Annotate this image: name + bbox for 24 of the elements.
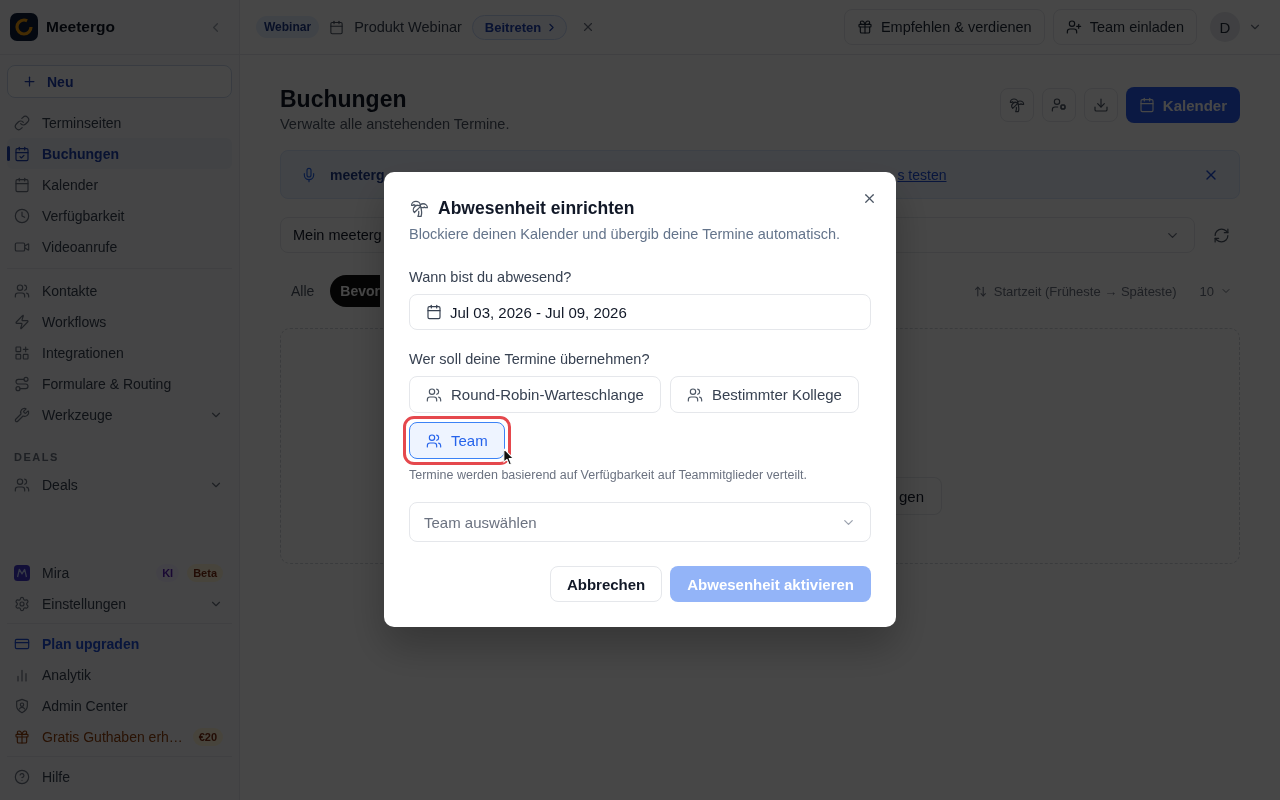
event-title: Produkt Webinar [354, 19, 462, 35]
option-button[interactable]: Round-Robin-Warteschlange [409, 376, 661, 413]
mouse-pointer-icon [503, 448, 515, 466]
option-button[interactable]: Bestimmter Kollege [669, 376, 859, 413]
users-icon [426, 386, 442, 403]
dialog-title: Abwesenheit einrichten [438, 197, 635, 220]
team-select[interactable]: Team auswählen [409, 502, 871, 542]
hint-text: Termine werden basierend auf Verfügbarkeit auf Teammitglieder verteilt. [409, 467, 808, 483]
field-label: Wann bist du abwesend? [409, 268, 572, 287]
close-icon[interactable] [862, 191, 877, 206]
date-range-field[interactable]: Jul 03, 2026 - Jul 09, 2026 [409, 294, 871, 330]
dialog-subtitle: Blockiere deinen Kalender und übergib deine Termine automatisch. [409, 225, 841, 244]
option-button[interactable]: Team [409, 422, 505, 459]
cancel-button[interactable]: Abbrechen [549, 566, 663, 602]
banner-text: meeterg [330, 166, 385, 183]
users-icon [426, 432, 442, 449]
palm-tree-icon [410, 198, 429, 218]
page-title: Buchungen [280, 87, 408, 111]
banner-link[interactable]: s testen [897, 166, 947, 183]
calendar-icon [426, 304, 442, 320]
users-icon [686, 386, 703, 403]
field-label: Wer soll deine Termine übernehmen? [409, 350, 650, 369]
brand-name: Meetergo [46, 18, 116, 36]
filter-select-value[interactable]: Mein meeterg [293, 227, 382, 243]
